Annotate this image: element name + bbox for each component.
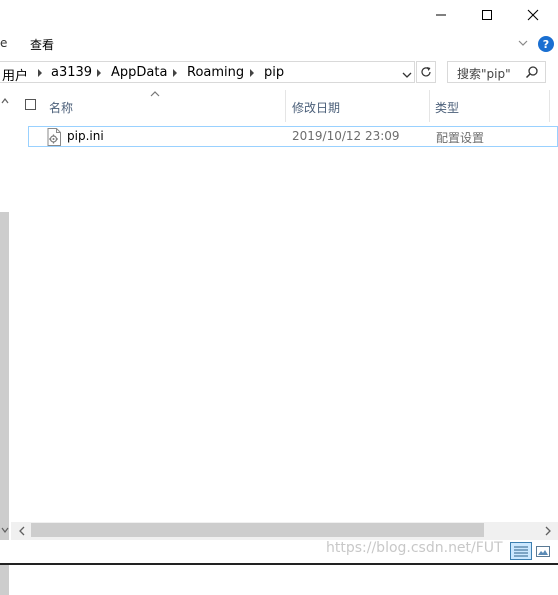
help-icon-label: ? — [542, 37, 550, 51]
column-name[interactable]: 名称 — [49, 99, 73, 116]
scroll-right-icon[interactable] — [544, 526, 552, 536]
maximize-button[interactable] — [464, 0, 510, 30]
file-row[interactable]: pip.ini 2019/10/12 23:09 配置设置 — [28, 126, 558, 147]
column-divider[interactable] — [549, 90, 550, 122]
search-icon[interactable] — [525, 65, 539, 79]
navigation-pane[interactable] — [0, 90, 11, 595]
search-placeholder: 搜索"pip" — [457, 67, 511, 81]
column-header: 名称 修改日期 类型 — [17, 90, 558, 122]
file-name: pip.ini — [67, 129, 104, 143]
horizontal-scrollbar[interactable] — [11, 522, 558, 540]
refresh-icon — [421, 67, 431, 77]
chevron-down-icon[interactable] — [516, 36, 530, 50]
address-row: 用户 a3139 AppData Roaming pip 搜索"pip" — [0, 58, 558, 90]
large-icons-view-icon[interactable] — [535, 543, 551, 559]
minimize-button[interactable] — [418, 0, 464, 30]
search-input[interactable]: 搜索"pip" — [447, 61, 546, 83]
column-divider[interactable] — [285, 90, 286, 122]
chevron-right-icon[interactable] — [247, 68, 257, 78]
scroll-up-icon[interactable] — [1, 97, 9, 105]
breadcrumb-users[interactable]: 用户 — [2, 65, 28, 84]
scroll-left-icon[interactable] — [18, 526, 26, 536]
minimize-icon — [436, 14, 446, 16]
chevron-right-icon[interactable] — [94, 68, 104, 78]
chevron-right-icon[interactable] — [170, 68, 180, 78]
chevron-right-icon[interactable] — [35, 68, 45, 78]
breadcrumb-user[interactable]: a3139 — [51, 65, 92, 80]
breadcrumb-pip[interactable]: pip — [264, 65, 284, 80]
ini-file-icon — [47, 128, 61, 146]
scroll-down-icon[interactable] — [1, 526, 9, 534]
column-modified[interactable]: 修改日期 — [292, 99, 340, 116]
tab-view[interactable]: 查看 — [30, 36, 54, 53]
nav-scrollbar-thumb[interactable] — [0, 212, 9, 595]
file-type: 配置设置 — [436, 131, 485, 145]
address-bar[interactable]: 用户 a3139 AppData Roaming pip — [0, 61, 415, 84]
horizontal-scrollbar-thumb[interactable] — [31, 523, 484, 537]
watermark-text: https://blog.csdn.net/FUT — [326, 540, 503, 556]
ribbon-tabs: e 查看 ? — [0, 30, 558, 58]
file-modified-date: 2019/10/12 23:09 — [292, 129, 400, 143]
sort-ascending-icon — [150, 91, 160, 97]
refresh-button[interactable] — [416, 61, 436, 83]
maximize-icon — [482, 10, 492, 20]
details-view-icon — [514, 546, 528, 557]
title-bar — [0, 0, 558, 30]
details-view-button[interactable] — [510, 542, 532, 560]
chevron-down-icon[interactable] — [401, 70, 413, 80]
status-bar: https://blog.csdn.net/FUT — [0, 540, 558, 565]
close-icon — [527, 9, 539, 21]
column-type[interactable]: 类型 — [435, 99, 459, 116]
breadcrumb-roaming[interactable]: Roaming — [187, 65, 244, 80]
select-all-checkbox[interactable] — [25, 99, 36, 110]
help-icon[interactable]: ? — [538, 36, 554, 52]
ribbon-tab-partial[interactable]: e — [0, 36, 7, 50]
close-button[interactable] — [510, 0, 556, 30]
column-divider[interactable] — [429, 90, 430, 122]
breadcrumb-appdata[interactable]: AppData — [111, 65, 167, 80]
